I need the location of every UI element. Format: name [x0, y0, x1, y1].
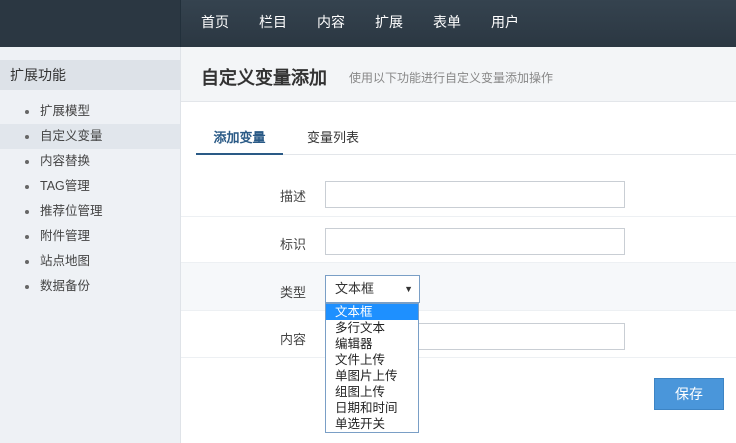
nav-item-columns[interactable]: 栏目: [239, 0, 297, 47]
form-row-type: 类型 文本框 ▼: [181, 263, 736, 311]
page-subtitle: 使用以下功能进行自定义变量添加操作: [349, 71, 554, 85]
tab-variable-list[interactable]: 变量列表: [303, 121, 363, 155]
save-button[interactable]: 保存: [654, 378, 724, 410]
type-option-editor[interactable]: 编辑器: [326, 336, 418, 352]
bullet-icon: [25, 235, 29, 239]
sidebar-menu: 扩展模型 自定义变量 内容替换 TAG管理 推荐位管理 附件管理 站点地图 数据…: [0, 99, 180, 299]
type-option-gallery[interactable]: 组图上传: [326, 384, 418, 400]
sidebar-title: 扩展功能: [0, 60, 180, 90]
nav-item-forms[interactable]: 表单: [413, 0, 471, 47]
nav-item-home[interactable]: 首页: [181, 0, 239, 47]
sidebar-item-label: 内容替换: [40, 154, 91, 168]
bullet-icon: [25, 185, 29, 189]
top-navbar: 首页 栏目 内容 扩展 表单 用户: [0, 0, 736, 47]
bullet-icon: [25, 135, 29, 139]
bullet-icon: [25, 160, 29, 164]
nav-item-extend[interactable]: 扩展: [355, 0, 413, 47]
page-header: 自定义变量添加 使用以下功能进行自定义变量添加操作: [181, 47, 736, 102]
nav-item-content[interactable]: 内容: [297, 0, 355, 47]
description-input[interactable]: [325, 181, 625, 208]
bullet-icon: [25, 110, 29, 114]
sidebar-item-label: 数据备份: [40, 279, 91, 293]
sidebar-item-label: 推荐位管理: [40, 204, 103, 218]
content-label: 内容: [279, 332, 306, 347]
sidebar-item-label: 扩展模型: [40, 104, 91, 118]
sidebar-item-data-backup[interactable]: 数据备份: [0, 274, 180, 299]
sidebar-item-custom-variable[interactable]: 自定义变量: [0, 124, 180, 149]
main-content: 自定义变量添加 使用以下功能进行自定义变量添加操作 添加变量 变量列表 描述 标…: [181, 47, 736, 443]
sidebar-item-label: TAG管理: [40, 179, 90, 193]
sidebar-item-label: 自定义变量: [40, 129, 103, 143]
type-select[interactable]: 文本框 ▼: [325, 275, 420, 303]
sidebar: 扩展功能 扩展模型 自定义变量 内容替换 TAG管理 推荐位管理 附件管理 站点…: [0, 47, 181, 443]
sidebar-item-sitemap[interactable]: 站点地图: [0, 249, 180, 274]
sidebar-item-content-replace[interactable]: 内容替换: [0, 149, 180, 174]
type-option-single-image[interactable]: 单图片上传: [326, 368, 418, 384]
type-select-value: 文本框: [335, 281, 375, 296]
sidebar-item-attachment-manage[interactable]: 附件管理: [0, 224, 180, 249]
form-row-identifier: 标识: [181, 217, 736, 263]
sidebar-item-label: 站点地图: [40, 254, 91, 268]
logo-area: [0, 0, 181, 47]
nav-item-users[interactable]: 用户: [471, 0, 529, 47]
page-title: 自定义变量添加: [201, 68, 327, 88]
tab-bar: 添加变量 变量列表: [196, 121, 736, 155]
top-nav: 首页 栏目 内容 扩展 表单 用户: [181, 0, 529, 47]
type-option-multiline[interactable]: 多行文本: [326, 320, 418, 336]
sidebar-item-recommend-manage[interactable]: 推荐位管理: [0, 199, 180, 224]
form-row-content: 内容: [181, 311, 736, 358]
identifier-label: 标识: [279, 237, 306, 252]
type-option-radio-switch[interactable]: 单选开关: [326, 416, 418, 432]
type-option-datetime[interactable]: 日期和时间: [326, 400, 418, 416]
bullet-icon: [25, 210, 29, 214]
tab-add-variable[interactable]: 添加变量: [196, 121, 283, 155]
form-row-description: 描述: [181, 171, 736, 217]
identifier-input[interactable]: [325, 228, 625, 255]
bullet-icon: [25, 260, 29, 264]
type-option-file-upload[interactable]: 文件上传: [326, 352, 418, 368]
type-select-dropdown: 文本框 多行文本 编辑器 文件上传 单图片上传 组图上传 日期和时间 单选开关: [325, 303, 419, 433]
type-option-textbox[interactable]: 文本框: [326, 304, 418, 320]
type-label: 类型: [279, 285, 306, 300]
bullet-icon: [25, 285, 29, 289]
sidebar-item-extend-model[interactable]: 扩展模型: [0, 99, 180, 124]
sidebar-item-tag-manage[interactable]: TAG管理: [0, 174, 180, 199]
chevron-down-icon: ▼: [404, 284, 413, 294]
sidebar-item-label: 附件管理: [40, 229, 91, 243]
description-label: 描述: [279, 189, 306, 204]
